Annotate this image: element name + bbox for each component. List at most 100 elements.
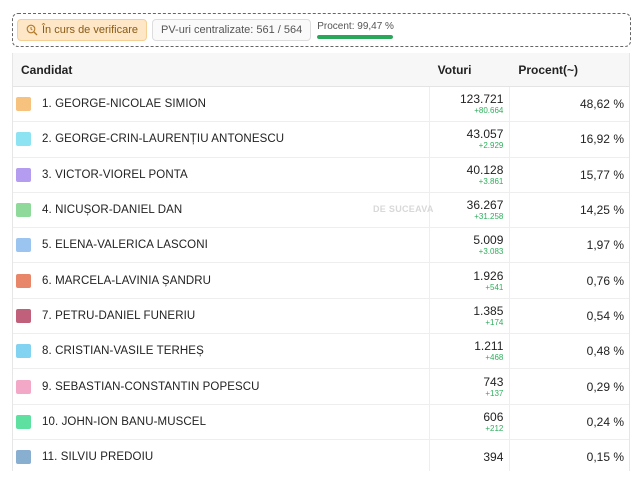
candidate-name: 3. VICTOR-VIOREL PONTA	[42, 168, 188, 181]
candidate-color-swatch	[16, 379, 31, 394]
status-bar: În curs de verificare PV-uri centralizat…	[12, 13, 631, 47]
table-header: Candidat Voturi Procent(~)	[13, 53, 629, 87]
candidate-cell: 2. GEORGE-CRIN-LAURENȚIU ANTONESCU	[13, 122, 429, 156]
votes-value: 5.009	[473, 233, 504, 248]
candidate-name: 5. ELENA-VALERICA LASCONI	[42, 239, 208, 252]
candidate-name: 8. CRISTIAN-VASILE TERHEȘ	[42, 345, 204, 358]
votes-delta: +2.929	[478, 141, 504, 151]
candidate-color-swatch	[16, 238, 31, 253]
candidate-color-swatch	[16, 167, 31, 182]
candidate-color-swatch	[16, 344, 31, 359]
votes-value: 40.128	[466, 162, 504, 177]
percent-cell: 0,15 %	[586, 450, 624, 465]
votes-delta: +541	[485, 282, 504, 292]
table-row[interactable]: 10. JOHN-ION BANU-MUSCEL 606 +212 0,24 %	[13, 404, 629, 440]
candidate-name: 11. SILVIU PREDOIU	[42, 451, 154, 464]
candidate-color-swatch	[16, 97, 31, 112]
header-percent[interactable]: Procent(~)	[510, 63, 629, 77]
table-row[interactable]: 2. GEORGE-CRIN-LAURENȚIU ANTONESCU 43.057…	[13, 122, 629, 158]
votes-cell: 606 +212	[428, 404, 511, 439]
percent-cell: 0,48 %	[586, 344, 624, 359]
candidate-cell: 10. JOHN-ION BANU-MUSCEL	[13, 405, 429, 439]
votes-delta: +80.664	[474, 106, 504, 116]
candidate-cell: 6. MARCELA-LAVINIA ȘANDRU	[13, 263, 429, 297]
candidate-name: 10. JOHN-ION BANU-MUSCEL	[42, 415, 207, 428]
table-row[interactable]: 11. SILVIU PREDOIU 394 0,15 %	[13, 439, 629, 471]
results-table: Candidat Voturi Procent(~) 1. GEORGE-NIC…	[12, 53, 630, 471]
percent-cell: 0,76 %	[586, 273, 624, 288]
percent-cell: 14,25 %	[579, 203, 624, 218]
table-row[interactable]: 6. MARCELA-LAVINIA ȘANDRU 1.926 +541 0,76 %	[13, 263, 629, 299]
votes-cell: 36.267 +31.258	[428, 192, 511, 228]
votes-delta: +31.258	[474, 212, 504, 222]
candidate-name: 1. GEORGE-NICOLAE SIMION	[42, 98, 207, 111]
votes-delta: +3.861	[478, 176, 504, 186]
votes-value: 606	[483, 409, 504, 424]
candidate-name: 9. SEBASTIAN-CONSTANTIN POPESCU	[42, 380, 260, 393]
candidate-color-swatch	[16, 414, 31, 429]
candidate-cell: 3. VICTOR-VIOREL PONTA	[13, 158, 429, 192]
verification-label: În curs de verificare	[42, 24, 138, 36]
votes-cell: 1.926 +541	[428, 263, 511, 298]
candidate-color-swatch	[16, 203, 31, 218]
votes-value: 43.057	[466, 127, 504, 142]
votes-cell: 43.057 +2.929	[428, 122, 511, 157]
candidate-cell: 8. CRISTIAN-VASILE TERHEȘ	[13, 334, 429, 368]
progress-label: Procent: 99,47 %	[317, 21, 394, 32]
candidate-color-swatch	[16, 132, 31, 147]
votes-delta: +468	[485, 353, 504, 363]
candidate-name: 6. MARCELA-LAVINIA ȘANDRU	[42, 274, 212, 287]
votes-delta: +212	[485, 423, 504, 433]
votes-value: 36.267	[466, 198, 504, 213]
progress-track	[317, 35, 394, 39]
candidate-name: 2. GEORGE-CRIN-LAURENȚIU ANTONESCU	[42, 133, 285, 146]
votes-value: 1.385	[473, 303, 504, 318]
votes-value: 394	[483, 449, 504, 464]
clock-search-icon	[26, 24, 38, 36]
table-row[interactable]: 9. SEBASTIAN-CONSTANTIN POPESCU 743 +137 0,…	[13, 369, 629, 405]
candidate-cell: 11. SILVIU PREDOIU	[13, 440, 429, 471]
header-votes[interactable]: Voturi	[429, 63, 511, 77]
votes-value: 743	[483, 374, 504, 389]
votes-cell: 40.128 +3.861	[428, 157, 511, 192]
percent-cell: 15,77 %	[579, 167, 624, 182]
percent-cell: 1,97 %	[586, 238, 624, 253]
candidate-cell: 9. SEBASTIAN-CONSTANTIN POPESCU	[13, 369, 429, 403]
table-row[interactable]: 4. NICUȘOR-DANIEL DAN 36.267 +31.258 14,25 …	[13, 192, 629, 229]
votes-cell: 743 +137	[428, 369, 511, 404]
percent-cell: 0,29 %	[586, 379, 624, 394]
candidate-color-swatch	[16, 450, 31, 465]
votes-cell: 123.721 +80.664	[428, 87, 511, 122]
candidate-name: 7. PETRU-DANIEL FUNERIU	[42, 309, 196, 322]
votes-value: 1.211	[474, 339, 504, 354]
verification-status-badge[interactable]: În curs de verificare	[17, 19, 147, 41]
candidate-color-swatch	[16, 273, 31, 288]
pv-label: PV-uri centralizate: 561 / 564	[160, 24, 303, 36]
votes-cell: 1.385 +174	[428, 298, 511, 334]
votes-delta: +174	[485, 317, 504, 327]
votes-delta: +3.083	[478, 247, 504, 257]
table-row[interactable]: 3. VICTOR-VIOREL PONTA 40.128 +3.861 15,77 …	[13, 157, 629, 193]
percent-cell: 0,24 %	[586, 414, 624, 429]
candidate-name: 4. NICUȘOR-DANIEL DAN	[42, 204, 183, 217]
candidate-cell: 4. NICUȘOR-DANIEL DAN	[13, 193, 429, 227]
table-row[interactable]: 5. ELENA-VALERICA LASCONI 5.009 +3.083 1,97…	[13, 228, 629, 264]
table-row[interactable]: 8. CRISTIAN-VASILE TERHEȘ 1.211 +468 0,48 %	[13, 334, 629, 370]
table-row[interactable]: 7. PETRU-DANIEL FUNERIU 1.385 +174 0,54 %	[13, 298, 629, 335]
votes-value: 1.926	[473, 268, 504, 283]
votes-cell: 394	[428, 439, 511, 471]
header-candidate[interactable]: Candidat	[13, 63, 429, 77]
votes-cell: 1.211 +468	[428, 334, 511, 369]
percent-cell: 0,54 %	[586, 308, 624, 323]
table-row[interactable]: 1. GEORGE-NICOLAE SIMION 123.721 +80.664 48…	[13, 87, 629, 123]
votes-cell: 5.009 +3.083	[428, 228, 511, 263]
table-body: 1. GEORGE-NICOLAE SIMION 123.721 +80.664 48…	[13, 87, 629, 471]
candidate-color-swatch	[16, 308, 31, 323]
votes-delta: +137	[485, 388, 504, 398]
pv-count-badge: PV-uri centralizate: 561 / 564	[151, 19, 312, 41]
progress-fill	[317, 35, 393, 39]
candidate-cell: 1. GEORGE-NICOLAE SIMION	[13, 87, 429, 121]
percent-cell: 16,92 %	[579, 132, 624, 147]
candidate-cell: 7. PETRU-DANIEL FUNERIU	[13, 299, 429, 333]
progress-indicator: Procent: 99,47 %	[317, 17, 394, 43]
